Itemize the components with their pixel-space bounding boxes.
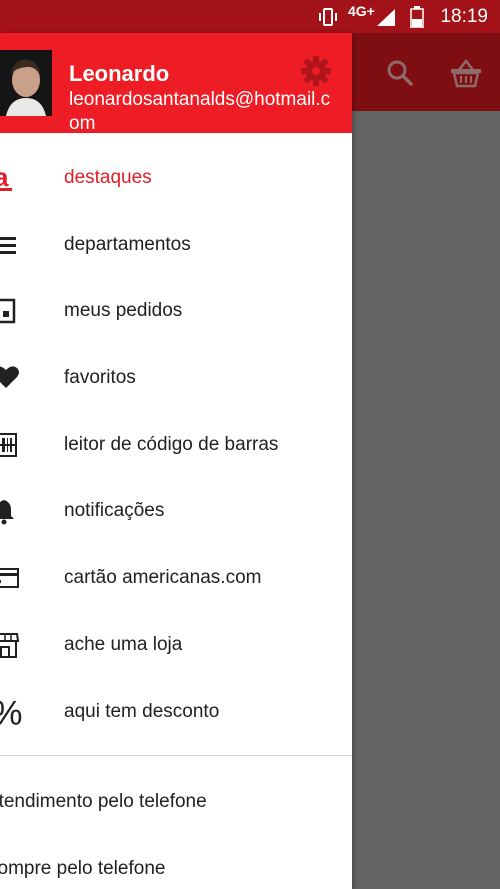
menu-item-destaques[interactable]: a destaques <box>0 145 352 211</box>
menu-item-meus-pedidos[interactable]: meus pedidos <box>0 278 352 344</box>
status-bar: 4G+ 18:19 <box>0 0 500 33</box>
cart-button[interactable] <box>446 53 486 93</box>
menu-item-label: departamentos <box>64 234 191 255</box>
menu-item-departamentos[interactable]: departamentos <box>0 212 352 278</box>
list-icon <box>0 237 16 254</box>
drawer-header: Leonardo leonardosantanalds@hotmail.com <box>0 33 352 134</box>
search-icon <box>387 60 413 86</box>
menu-item-label: leitor de código de barras <box>64 434 279 455</box>
battery-icon <box>410 0 424 33</box>
menu-item-cartao[interactable]: cartão americanas.com <box>0 545 352 611</box>
menu-item-favoritos[interactable]: favoritos <box>0 345 352 411</box>
basket-icon <box>451 58 481 88</box>
footer-item-atendimento[interactable]: atendimento pelo telefone <box>0 791 352 813</box>
gear-icon <box>301 56 331 86</box>
store-icon <box>0 633 20 658</box>
menu-item-label: meus pedidos <box>64 300 183 321</box>
menu-item-label: cartão americanas.com <box>64 567 262 588</box>
menu-item-label: aqui tem desconto <box>64 701 220 722</box>
menu-item-ache-loja[interactable]: ache uma loja <box>0 612 352 678</box>
card-icon <box>0 568 19 588</box>
settings-button[interactable] <box>300 55 332 87</box>
barcode-icon <box>0 433 17 457</box>
search-button[interactable] <box>380 53 420 93</box>
menu-item-notificacoes[interactable]: notificações <box>0 478 352 544</box>
bell-icon <box>0 500 14 525</box>
network-type: 4G+ <box>348 2 375 19</box>
user-email: leonardosantanalds@hotmail.com <box>69 89 331 134</box>
menu-item-label: favoritos <box>64 367 136 388</box>
footer-item-compre[interactable]: compre pelo telefone <box>0 858 352 880</box>
svg-text:%: % <box>0 695 22 729</box>
percent-icon: % <box>0 695 22 729</box>
brand-a-icon: a <box>0 164 12 192</box>
user-name: Leonardo <box>69 61 170 86</box>
vibrate-icon <box>316 0 340 33</box>
avatar[interactable] <box>0 50 52 116</box>
menu-item-label: notificações <box>64 500 165 521</box>
menu-item-label: destaques <box>64 167 152 188</box>
navigation-drawer: Leonardo leonardosantanalds@hotmail.com <box>0 33 352 889</box>
order-box-icon <box>0 298 16 324</box>
menu-divider <box>0 755 352 756</box>
heart-icon <box>0 366 19 388</box>
signal-icon <box>375 0 397 33</box>
menu-item-label: ache uma loja <box>64 634 183 655</box>
menu-item-desconto[interactable]: % aqui tem desconto <box>0 679 352 745</box>
svg-text:a: a <box>0 164 9 192</box>
clock: 18:19 <box>440 5 488 27</box>
menu-item-leitor-codigo-barras[interactable]: leitor de código de barras <box>0 412 352 478</box>
